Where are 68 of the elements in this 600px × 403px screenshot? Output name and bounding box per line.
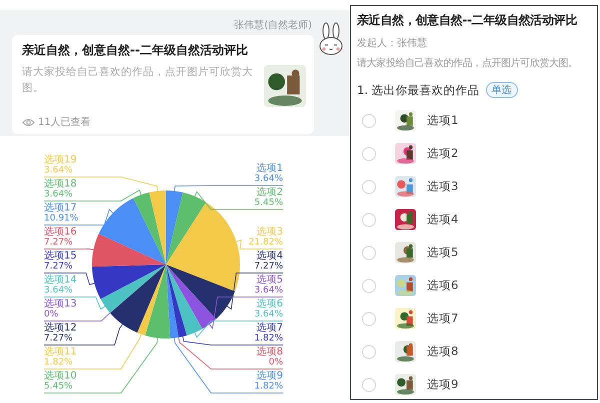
slice-value-label: 5.45% — [44, 382, 73, 392]
eye-icon — [22, 118, 35, 126]
slice-label: 选项3 — [256, 226, 283, 238]
slice-value-label: 0% — [268, 358, 283, 368]
slice-value-label: 10.91% — [44, 214, 78, 224]
slice-label: 选项18 — [44, 178, 77, 190]
option-label[interactable]: 选项2 — [427, 146, 458, 161]
slice-value-label: 1.82% — [44, 358, 73, 368]
card-description: 请大家投给自己喜欢的作品，点开图片可欣赏大图。 — [22, 65, 254, 96]
slice-label: 选项4 — [256, 250, 283, 262]
slice-label: 选项17 — [44, 202, 77, 214]
slice-value-label: 3.64% — [44, 190, 73, 200]
slice-value-label: 7.27% — [44, 334, 73, 344]
option-label[interactable]: 选项1 — [427, 113, 458, 128]
slice-value-label: 7.27% — [44, 238, 73, 248]
initiator-text: 发起人：张伟慧 — [357, 36, 428, 50]
option-label[interactable]: 选项5 — [427, 245, 458, 260]
slice-label: 选项11 — [44, 346, 77, 358]
radio-button[interactable] — [362, 212, 376, 226]
option-label[interactable]: 选项6 — [427, 278, 458, 293]
option-label[interactable]: 选项4 — [427, 212, 458, 227]
slice-value-label: 21.82% — [248, 238, 283, 248]
radio-button[interactable] — [362, 344, 376, 358]
option-label[interactable]: 选项3 — [427, 179, 458, 194]
rabbit-avatar-icon[interactable] — [318, 22, 344, 56]
slice-label: 选项14 — [44, 274, 77, 286]
slice-value-label: 7.27% — [254, 262, 283, 272]
message-card[interactable]: 亲近自然，创意自然--二年级自然活动评比 请大家投给自己喜欢的作品，点开图片可欣赏大图。 11人已查看 — [12, 35, 314, 134]
radio-button[interactable] — [362, 114, 376, 128]
slice-label: 选项9 — [256, 370, 283, 382]
radio-button[interactable] — [362, 246, 376, 260]
slice-value-label: 3.64% — [44, 286, 73, 296]
slice-label: 选项2 — [256, 187, 283, 198]
survey-title: 亲近自然，创意自然--二年级自然活动评比 — [357, 12, 578, 29]
slice-value-label: 5.45% — [254, 198, 283, 208]
slice-value-label: 1.82% — [254, 382, 283, 392]
radio-button[interactable] — [362, 312, 376, 326]
radio-button[interactable] — [362, 180, 376, 194]
slice-value-label: 3.64% — [254, 174, 283, 184]
survey-description: 请大家投给自己喜欢的作品，点开图片可欣赏大图。 — [357, 56, 579, 70]
option-label[interactable]: 选项9 — [427, 377, 458, 392]
slice-label: 选项15 — [44, 250, 77, 262]
single-choice-tag: 单选 — [486, 82, 518, 98]
slice-label: 选项1 — [256, 163, 283, 174]
slice-label: 选项19 — [44, 154, 77, 166]
slice-label: 选项10 — [44, 370, 77, 382]
slice-label: 选项12 — [44, 322, 77, 334]
view-count: 11人已查看 — [38, 116, 91, 129]
slice-value-label: 3.64% — [44, 166, 73, 176]
question-text: 1. 选出你最喜欢的作品 — [357, 82, 480, 98]
slice-label: 选项5 — [256, 274, 283, 286]
radio-button[interactable] — [362, 378, 376, 392]
slice-value-label: 7.27% — [44, 262, 73, 272]
slice-label: 选项8 — [256, 346, 283, 358]
radio-button[interactable] — [362, 146, 376, 160]
slice-value-label: 3.64% — [254, 310, 283, 320]
slice-label: 选项7 — [256, 322, 283, 334]
option-label[interactable]: 选项8 — [427, 344, 458, 359]
slice-value-label: 0% — [44, 310, 58, 320]
option-label[interactable]: 选项7 — [427, 311, 458, 326]
card-title: 亲近自然，创意自然--二年级自然活动评比 — [22, 42, 249, 59]
slice-label: 选项13 — [44, 298, 77, 310]
slice-value-label: 3.64% — [254, 286, 283, 296]
slice-value-label: 1.82% — [254, 334, 283, 344]
slice-label: 选项6 — [256, 298, 283, 310]
sender-name: 张伟慧(自然老师) — [234, 18, 312, 32]
radio-button[interactable] — [362, 278, 376, 292]
slice-label: 选项16 — [44, 226, 77, 238]
